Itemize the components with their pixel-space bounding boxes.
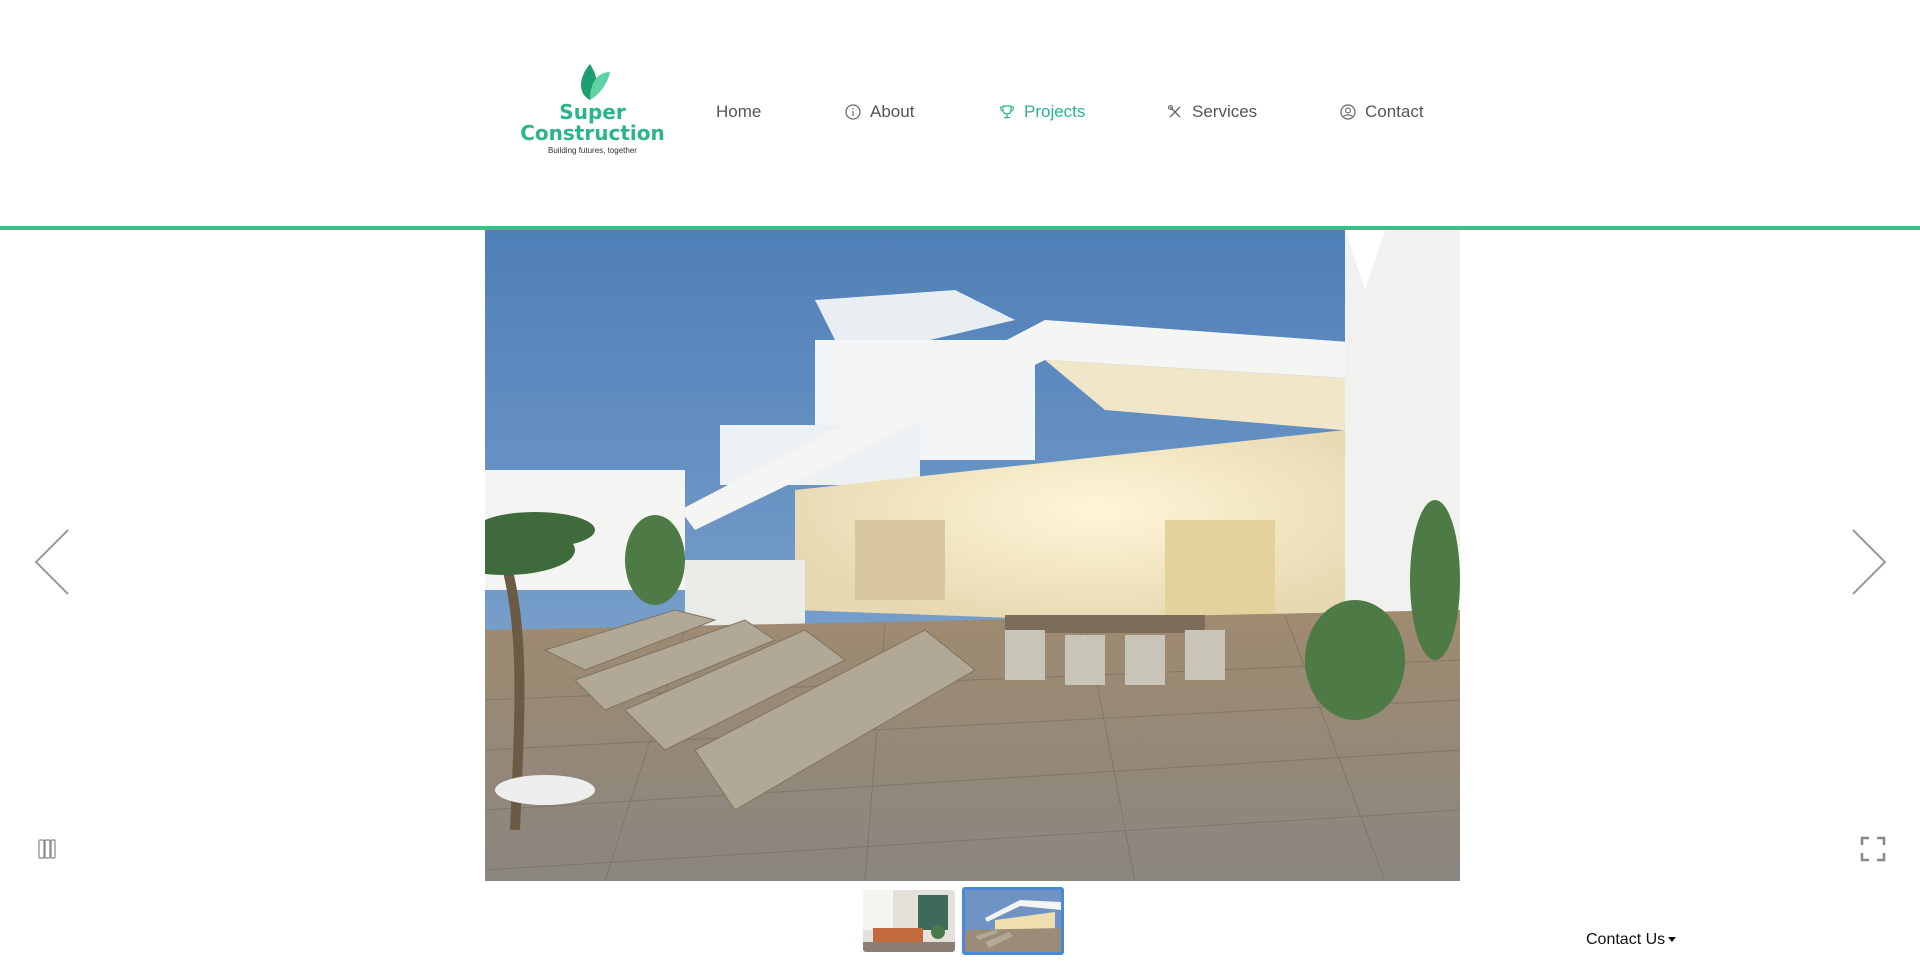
nav-item-label: Projects xyxy=(1024,102,1086,121)
brand-tagline: Building futures, together xyxy=(548,146,637,155)
project-gallery xyxy=(0,230,1920,970)
gallery-thumbnail-1[interactable] xyxy=(863,890,955,952)
nav-item-home[interactable]: Home xyxy=(716,100,761,124)
brand-logo[interactable]: Super Construction Building futures, tog… xyxy=(520,60,665,170)
caret-down-icon xyxy=(1668,937,1677,943)
nav-item-contact[interactable]: Contact xyxy=(1339,100,1424,124)
tools-icon xyxy=(1166,103,1184,121)
gallery-play-pause-button[interactable] xyxy=(32,834,62,864)
brand-name-line1: Super xyxy=(559,100,626,124)
contact-us-dropdown[interactable]: Contact Us xyxy=(1586,931,1677,949)
brand-name-line2: Construction xyxy=(520,121,665,145)
trophy-icon xyxy=(998,103,1016,121)
fullscreen-icon xyxy=(1860,836,1886,862)
chevron-left-icon xyxy=(32,528,70,596)
nav-item-label: About xyxy=(870,102,915,121)
contact-us-label: Contact Us xyxy=(1586,931,1666,948)
nav-item-about[interactable]: About xyxy=(844,100,914,124)
gallery-thumbnail-2[interactable] xyxy=(962,887,1064,955)
gallery-prev-button[interactable] xyxy=(28,522,78,602)
gallery-next-button[interactable] xyxy=(1843,522,1893,602)
chevron-right-icon xyxy=(1851,528,1889,596)
site-header: Super Construction Building futures, tog… xyxy=(0,0,1920,226)
pause-icon xyxy=(38,839,56,859)
gallery-main-image xyxy=(485,230,1460,881)
nav-item-services[interactable]: Services xyxy=(1166,100,1257,124)
info-circle-icon xyxy=(844,103,862,121)
user-circle-icon xyxy=(1339,103,1357,121)
leaf-logo-icon xyxy=(580,64,610,100)
nav-item-label: Home xyxy=(716,102,762,121)
nav-item-label: Contact xyxy=(1365,102,1424,121)
nav-item-projects[interactable]: Projects xyxy=(998,100,1085,124)
nav-item-label: Services xyxy=(1192,102,1258,121)
gallery-fullscreen-button[interactable] xyxy=(1858,834,1888,864)
